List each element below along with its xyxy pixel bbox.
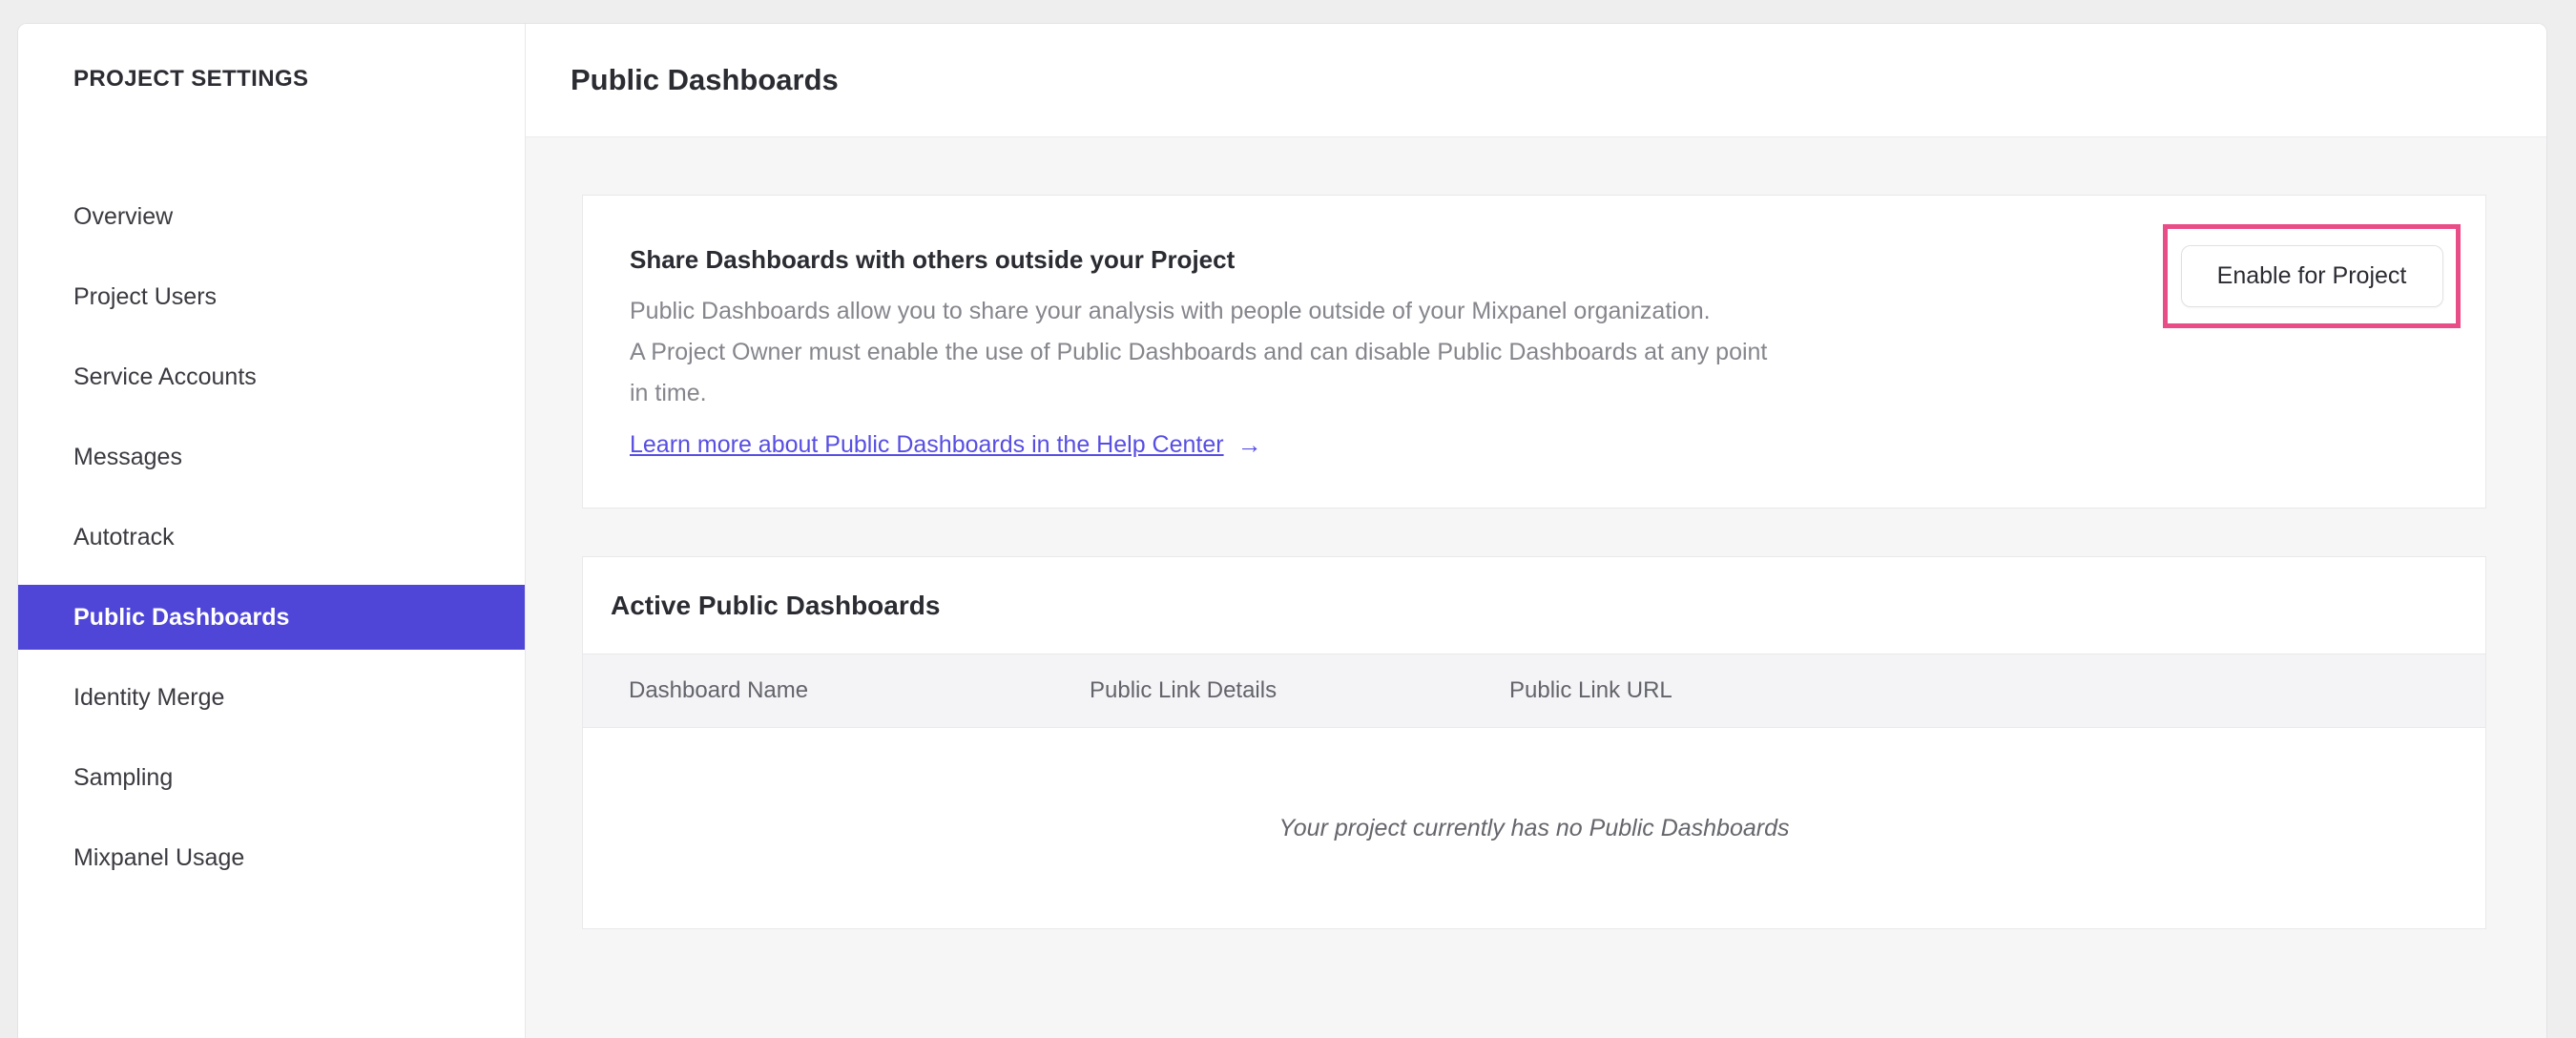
annotation-highlight-box: Enable for Project <box>2163 224 2461 328</box>
help-center-link[interactable]: Learn more about Public Dashboards in th… <box>630 431 1224 459</box>
sidebar-item-public-dashboards[interactable]: Public Dashboards <box>18 585 525 650</box>
sidebar-nav: Overview Project Users Service Accounts … <box>18 184 525 905</box>
sidebar-item-messages[interactable]: Messages <box>18 425 525 489</box>
share-card-description-line: Public Dashboards allow you to share you… <box>630 298 1711 324</box>
page-title: Public Dashboards <box>571 63 839 96</box>
sidebar-item-mixpanel-usage[interactable]: Mixpanel Usage <box>18 825 525 890</box>
active-dashboards-card: Active Public Dashboards Dashboard Name … <box>582 556 2486 929</box>
sidebar-item-identity-merge[interactable]: Identity Merge <box>18 665 525 730</box>
dashboards-table-header: Dashboard Name Public Link Details Publi… <box>583 654 2485 728</box>
share-card-heading: Share Dashboards with others outside you… <box>630 245 1236 274</box>
sidebar-title: PROJECT SETTINGS <box>73 66 309 92</box>
share-card-description-line: in time. <box>630 380 707 406</box>
active-dashboards-title-row: Active Public Dashboards <box>583 557 2485 654</box>
sidebar-item-service-accounts[interactable]: Service Accounts <box>18 344 525 409</box>
content-area: Share Dashboards with others outside you… <box>526 137 2546 1038</box>
column-header-dashboard-name: Dashboard Name <box>629 677 809 703</box>
share-card-description-line: A Project Owner must enable the use of P… <box>630 339 1768 365</box>
active-dashboards-title: Active Public Dashboards <box>611 590 941 620</box>
sidebar-item-overview[interactable]: Overview <box>18 184 525 249</box>
sidebar: PROJECT SETTINGS Overview Project Users … <box>18 24 526 1038</box>
share-card-description: Public Dashboards allow you to share you… <box>630 291 1767 414</box>
share-dashboards-card: Share Dashboards with others outside you… <box>582 195 2486 509</box>
column-header-public-link-details: Public Link Details <box>1090 677 1278 703</box>
page: PROJECT SETTINGS Overview Project Users … <box>0 0 2576 1038</box>
sidebar-item-autotrack[interactable]: Autotrack <box>18 505 525 570</box>
column-header-public-link-url: Public Link URL <box>1509 677 1672 703</box>
arrow-right-icon: → <box>1236 430 1262 459</box>
sidebar-item-project-users[interactable]: Project Users <box>18 264 525 329</box>
enable-for-project-button[interactable]: Enable for Project <box>2180 245 2443 307</box>
settings-panel: PROJECT SETTINGS Overview Project Users … <box>17 23 2547 1038</box>
main-header: Public Dashboards <box>526 24 2546 137</box>
main-area: Public Dashboards Share Dashboards with … <box>526 24 2546 1038</box>
empty-state-message: Your project currently has no Public Das… <box>1278 814 1790 841</box>
help-center-link-row: Learn more about Public Dashboards in th… <box>630 430 1262 460</box>
sidebar-item-sampling[interactable]: Sampling <box>18 745 525 810</box>
